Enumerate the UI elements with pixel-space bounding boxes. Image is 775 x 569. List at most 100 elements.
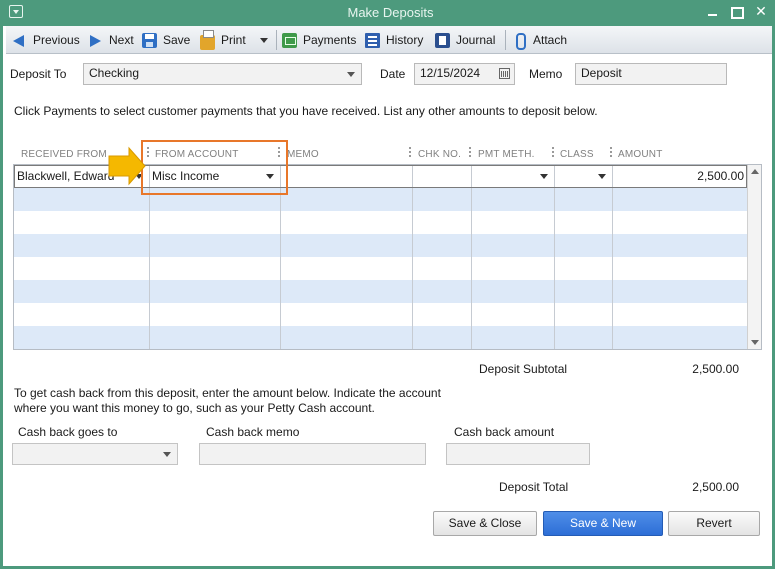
revert-button[interactable]: Revert bbox=[668, 511, 760, 536]
column-resize-handle[interactable] bbox=[147, 147, 149, 159]
grid-divider bbox=[412, 165, 413, 349]
chevron-down-icon[interactable] bbox=[135, 174, 143, 179]
deposit-total-value: 2,500.00 bbox=[692, 480, 739, 494]
col-memo[interactable]: MEMO bbox=[287, 149, 319, 160]
table-row[interactable] bbox=[14, 211, 747, 234]
cash-back-goes-to-label: Cash back goes to bbox=[18, 425, 118, 439]
col-class[interactable]: CLASS bbox=[560, 149, 594, 160]
deposit-total-label: Deposit Total bbox=[499, 480, 569, 494]
col-chk-no[interactable]: CHK NO. bbox=[418, 149, 461, 160]
print-label: Print bbox=[221, 33, 246, 47]
table-row[interactable] bbox=[14, 280, 747, 303]
grid-divider bbox=[280, 165, 281, 349]
history-button[interactable]: History bbox=[365, 31, 423, 49]
save-label: Save bbox=[163, 33, 191, 47]
amount-cell[interactable]: 2,500.00 bbox=[616, 169, 744, 183]
journal-label: Journal bbox=[456, 33, 496, 47]
grid-divider bbox=[612, 165, 613, 349]
toolbar-divider bbox=[505, 30, 506, 50]
attach-label: Attach bbox=[533, 33, 568, 47]
table-row[interactable] bbox=[14, 326, 747, 349]
attach-button[interactable]: Attach bbox=[512, 31, 568, 50]
grid-divider bbox=[149, 165, 150, 349]
column-resize-handle[interactable] bbox=[552, 147, 554, 159]
chevron-down-icon[interactable] bbox=[266, 174, 274, 179]
cash-back-goes-to-select[interactable] bbox=[12, 443, 178, 465]
table-row[interactable] bbox=[14, 188, 747, 211]
table-row[interactable] bbox=[14, 303, 747, 326]
grid-header: RECEIVED FROM FROM ACCOUNT MEMO CHK NO. … bbox=[13, 145, 762, 164]
chevron-down-icon bbox=[163, 452, 171, 457]
col-from-account[interactable]: FROM ACCOUNT bbox=[155, 149, 239, 160]
received-from-cell[interactable]: Blackwell, Edward bbox=[17, 169, 135, 183]
memo-field[interactable]: Deposit bbox=[575, 63, 727, 85]
date-field[interactable]: 12/15/2024 bbox=[414, 63, 515, 85]
maximize-button[interactable] bbox=[727, 3, 747, 21]
cash-back-amount-label: Cash back amount bbox=[454, 425, 555, 439]
grid-scrollbar[interactable] bbox=[747, 165, 761, 349]
make-deposits-window: Make Deposits ✕ Previous Next Save Print… bbox=[0, 0, 775, 569]
table-row[interactable] bbox=[14, 257, 747, 280]
cash-back-instruction-line: To get cash back from this deposit, ente… bbox=[14, 386, 441, 400]
payments-label: Payments bbox=[303, 33, 357, 47]
arrow-right-icon bbox=[88, 33, 103, 48]
cash-back-instruction-line: where you want this money to go, such as… bbox=[14, 401, 375, 415]
cash-back-instruction: To get cash back from this deposit, ente… bbox=[14, 386, 441, 416]
paperclip-icon bbox=[512, 32, 527, 50]
column-resize-handle[interactable] bbox=[469, 147, 471, 159]
col-received-from[interactable]: RECEIVED FROM bbox=[21, 149, 107, 160]
deposit-to-select[interactable]: Checking bbox=[83, 63, 362, 85]
cash-back-amount-field[interactable] bbox=[446, 443, 590, 465]
save-close-button[interactable]: Save & Close bbox=[433, 511, 537, 536]
deposit-instruction: Click Payments to select customer paymen… bbox=[14, 104, 598, 118]
memo-label: Memo bbox=[529, 67, 563, 81]
minimize-button[interactable] bbox=[703, 3, 723, 21]
print-dropdown[interactable] bbox=[260, 31, 268, 49]
from-account-cell[interactable]: Misc Income bbox=[152, 169, 262, 183]
printer-icon bbox=[200, 29, 215, 50]
deposit-grid: RECEIVED FROM FROM ACCOUNT MEMO CHK NO. … bbox=[13, 145, 762, 350]
table-row[interactable] bbox=[14, 234, 747, 257]
previous-label: Previous bbox=[33, 33, 80, 47]
date-value: 12/15/2024 bbox=[420, 66, 481, 80]
cash-back-memo-field[interactable] bbox=[199, 443, 426, 465]
col-pmt-meth[interactable]: PMT METH. bbox=[478, 149, 535, 160]
close-button[interactable]: ✕ bbox=[751, 3, 771, 21]
column-resize-handle[interactable] bbox=[409, 147, 411, 159]
date-label: Date bbox=[380, 67, 406, 81]
grid-body: Blackwell, Edward Misc Income 2,500.00 bbox=[13, 164, 762, 350]
column-resize-handle[interactable] bbox=[610, 147, 612, 159]
grid-divider bbox=[554, 165, 555, 349]
save-new-button[interactable]: Save & New bbox=[543, 511, 663, 536]
window-title: Make Deposits bbox=[347, 5, 434, 20]
chevron-down-icon[interactable] bbox=[598, 174, 606, 179]
deposit-subtotal-label: Deposit Subtotal bbox=[479, 362, 568, 376]
col-amount[interactable]: AMOUNT bbox=[618, 149, 663, 160]
chevron-down-icon[interactable] bbox=[540, 174, 548, 179]
save-button[interactable]: Save bbox=[142, 31, 190, 49]
title-bar: Make Deposits ✕ bbox=[3, 0, 775, 26]
chevron-down-icon bbox=[260, 37, 268, 43]
history-label: History bbox=[386, 33, 424, 47]
deposit-to-value: Checking bbox=[89, 66, 140, 80]
deposit-to-label: Deposit To bbox=[10, 67, 67, 81]
memo-value: Deposit bbox=[581, 66, 622, 80]
history-icon bbox=[365, 32, 380, 48]
cash-back-memo-label: Cash back memo bbox=[206, 425, 300, 439]
deposit-subtotal-value: 2,500.00 bbox=[692, 362, 739, 376]
next-label: Next bbox=[109, 33, 134, 47]
payments-button[interactable]: Payments bbox=[282, 31, 356, 49]
next-button[interactable]: Next bbox=[88, 31, 134, 49]
toolbar: Previous Next Save Print Payments Histor… bbox=[6, 26, 772, 54]
arrow-left-icon bbox=[12, 33, 27, 48]
grid-divider bbox=[471, 165, 472, 349]
journal-button[interactable]: Journal bbox=[435, 31, 495, 49]
print-button[interactable]: Print bbox=[200, 29, 246, 50]
previous-button[interactable]: Previous bbox=[12, 31, 80, 49]
toolbar-divider bbox=[276, 30, 277, 50]
money-icon bbox=[282, 32, 297, 48]
floppy-disk-icon bbox=[142, 32, 157, 48]
calendar-icon[interactable] bbox=[499, 68, 510, 79]
journal-icon bbox=[435, 32, 450, 48]
column-resize-handle[interactable] bbox=[278, 147, 280, 159]
